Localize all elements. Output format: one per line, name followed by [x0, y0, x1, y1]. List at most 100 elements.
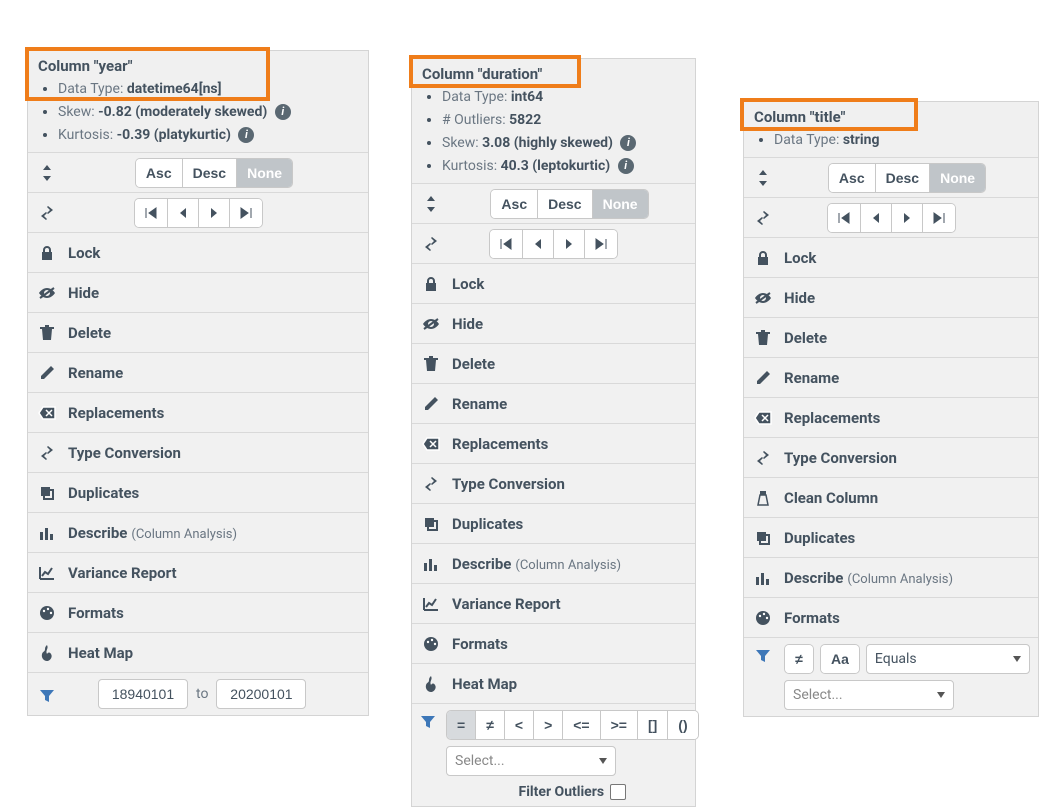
info-icon[interactable]: i: [275, 104, 291, 120]
sort-none-button[interactable]: None: [237, 159, 292, 187]
bars-icon: [420, 557, 442, 571]
move-prev-button[interactable]: [861, 204, 892, 232]
move-prev-button[interactable]: [523, 230, 554, 258]
sort-row: Asc Desc None: [412, 183, 695, 223]
sort-desc-button[interactable]: Desc: [538, 190, 592, 218]
formats-row[interactable]: Formats: [744, 597, 1038, 637]
duplicates-row[interactable]: Duplicates: [744, 517, 1038, 557]
swap-icon[interactable]: [420, 237, 442, 251]
info-icon[interactable]: i: [618, 158, 634, 174]
delete-row[interactable]: Delete: [744, 317, 1038, 357]
filter-icon[interactable]: [36, 688, 58, 704]
op-lt-button[interactable]: <: [505, 711, 534, 739]
variance-row[interactable]: Variance Report: [412, 583, 695, 623]
copy-icon: [36, 485, 58, 501]
move-next-button[interactable]: [892, 204, 923, 232]
swap-icon[interactable]: [36, 206, 58, 220]
duplicates-row[interactable]: Duplicates: [412, 503, 695, 543]
lock-icon: [752, 250, 774, 266]
op-ne-button[interactable]: ≠: [785, 645, 813, 673]
filter-icon[interactable]: [752, 648, 774, 664]
delete-row[interactable]: Delete: [28, 312, 368, 352]
sort-desc-button[interactable]: Desc: [876, 164, 930, 192]
to-label: to: [196, 686, 208, 702]
op-case-button[interactable]: Aa: [821, 645, 859, 673]
move-prev-button[interactable]: [168, 199, 199, 227]
filter-value-select[interactable]: Select...: [784, 680, 954, 710]
op-le-button[interactable]: <=: [563, 711, 600, 739]
describe-row[interactable]: Describe(Column Analysis): [744, 557, 1038, 597]
move-row: [744, 197, 1038, 237]
info-icon[interactable]: i: [238, 127, 254, 143]
move-last-button[interactable]: [923, 204, 955, 232]
formats-row[interactable]: Formats: [412, 623, 695, 663]
filter-mode-select[interactable]: Equals: [866, 644, 1030, 674]
describe-row[interactable]: Describe(Column Analysis): [412, 543, 695, 583]
range-to-input[interactable]: [216, 679, 306, 709]
delete-row[interactable]: Delete: [412, 343, 695, 383]
chevron-down-icon: [937, 692, 945, 698]
filter-outliers-label: Filter Outliers: [519, 784, 605, 800]
lock-row[interactable]: Lock: [412, 263, 695, 303]
filter-value-select[interactable]: Select...: [446, 746, 616, 776]
rename-row[interactable]: Rename: [28, 352, 368, 392]
rename-row[interactable]: Rename: [412, 383, 695, 423]
hide-row[interactable]: Hide: [744, 277, 1038, 317]
typeconv-row[interactable]: Type Conversion: [744, 437, 1038, 477]
info-icon[interactable]: i: [620, 135, 636, 151]
broom-icon: [752, 490, 774, 506]
sort-asc-button[interactable]: Asc: [491, 190, 538, 218]
filter-outliers-checkbox[interactable]: [610, 784, 626, 800]
trash-icon: [420, 356, 442, 372]
move-first-button[interactable]: [490, 230, 523, 258]
rename-row[interactable]: Rename: [744, 357, 1038, 397]
sort-none-button[interactable]: None: [593, 190, 648, 218]
sort-none-button[interactable]: None: [930, 164, 985, 192]
op-paren-button[interactable]: (): [668, 711, 697, 739]
formats-row[interactable]: Formats: [28, 592, 368, 632]
heatmap-row[interactable]: Heat Map: [28, 632, 368, 672]
variance-row[interactable]: Variance Report: [28, 552, 368, 592]
sort-asc-button[interactable]: Asc: [829, 164, 876, 192]
op-ne-button[interactable]: ≠: [476, 711, 505, 739]
sort-icon[interactable]: [36, 165, 58, 181]
typeconv-row[interactable]: Type Conversion: [412, 463, 695, 503]
typeconv-row[interactable]: Type Conversion: [28, 432, 368, 472]
range-from-input[interactable]: [98, 679, 188, 709]
column-panel-duration: Column "duration" Data Type: int64 # Out…: [411, 58, 696, 807]
heatmap-row[interactable]: Heat Map: [412, 663, 695, 703]
hide-row[interactable]: Hide: [412, 303, 695, 343]
palette-icon: [36, 605, 58, 621]
backspace-icon: [752, 411, 774, 425]
move-last-button[interactable]: [230, 199, 262, 227]
op-ge-button[interactable]: >=: [601, 711, 638, 739]
sort-icon[interactable]: [752, 170, 774, 186]
move-last-button[interactable]: [585, 230, 617, 258]
flame-icon: [420, 676, 442, 692]
describe-row[interactable]: Describe(Column Analysis): [28, 512, 368, 552]
op-gt-button[interactable]: >: [534, 711, 563, 739]
column-panel-year: Column "year" Data Type: datetime64[ns] …: [27, 50, 369, 716]
eye-off-icon: [420, 317, 442, 331]
replacements-row[interactable]: Replacements: [412, 423, 695, 463]
swap-icon[interactable]: [752, 211, 774, 225]
clean-row[interactable]: Clean Column: [744, 477, 1038, 517]
lock-row[interactable]: Lock: [28, 232, 368, 272]
sort-asc-button[interactable]: Asc: [136, 159, 183, 187]
op-eq-button[interactable]: =: [447, 711, 476, 739]
move-next-button[interactable]: [554, 230, 585, 258]
sort-icon[interactable]: [420, 196, 442, 212]
move-first-button[interactable]: [828, 204, 861, 232]
move-next-button[interactable]: [199, 199, 230, 227]
move-first-button[interactable]: [135, 199, 168, 227]
replacements-row[interactable]: Replacements: [744, 397, 1038, 437]
lock-row[interactable]: Lock: [744, 237, 1038, 277]
replacements-row[interactable]: Replacements: [28, 392, 368, 432]
bars-icon: [36, 526, 58, 540]
filter-icon[interactable]: [420, 714, 436, 730]
sort-desc-button[interactable]: Desc: [183, 159, 237, 187]
op-in-button[interactable]: []: [638, 711, 668, 739]
panel-title: Column "duration": [412, 59, 695, 83]
duplicates-row[interactable]: Duplicates: [28, 472, 368, 512]
hide-row[interactable]: Hide: [28, 272, 368, 312]
